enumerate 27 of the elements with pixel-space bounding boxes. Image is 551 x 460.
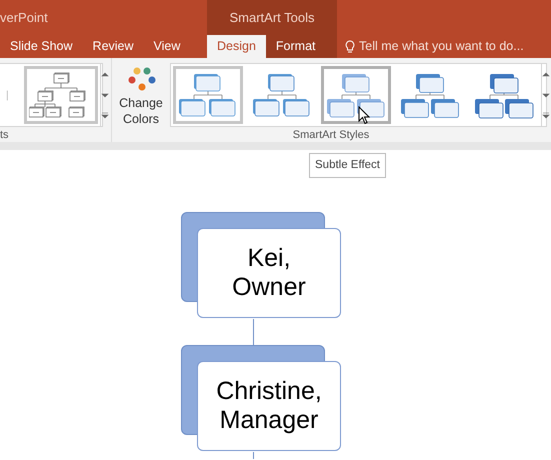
gallery-scroll-bar[interactable] — [100, 64, 109, 126]
contextual-tab-title: SmartArt Tools — [229, 8, 314, 27]
scroll-arrow-icon[interactable] — [101, 112, 109, 120]
scroll-arrow-icon[interactable] — [542, 112, 550, 120]
lightbulb-icon — [345, 40, 355, 54]
org-chart-node: Christine, Manager — [197, 361, 341, 451]
scroll-arrow-icon[interactable] — [542, 92, 550, 98]
org-chart-node: Kei, Owner — [197, 228, 341, 318]
window-title: verPoint — [0, 8, 48, 27]
group-label: SmartArt Styles — [292, 129, 370, 142]
ribbon-tab[interactable]: Design — [207, 35, 266, 58]
scroll-arrow-icon[interactable] — [542, 70, 550, 78]
tooltip: Subtle Effect — [309, 153, 386, 178]
ribbon-tab[interactable]: Format — [266, 35, 326, 58]
scroll-arrow-icon[interactable] — [101, 70, 109, 78]
scroll-arrow-icon[interactable] — [101, 92, 109, 98]
ribbon-tab[interactable]: View — [144, 35, 190, 58]
tell-me-field[interactable]: Tell me what you want to do... — [359, 37, 524, 56]
gallery-scroll-bar[interactable] — [541, 64, 550, 126]
ribbon-tab[interactable]: Slide Show — [0, 35, 83, 58]
color-dots-icon — [126, 66, 156, 92]
ribbon-tab[interactable]: Review — [82, 35, 144, 58]
style-thumbnail[interactable] — [173, 66, 243, 124]
change-colors-button[interactable]: Change Colors — [116, 58, 166, 128]
connector-line — [253, 452, 254, 459]
style-thumbnail[interactable] — [321, 66, 391, 124]
group-label: ts — [0, 129, 9, 141]
